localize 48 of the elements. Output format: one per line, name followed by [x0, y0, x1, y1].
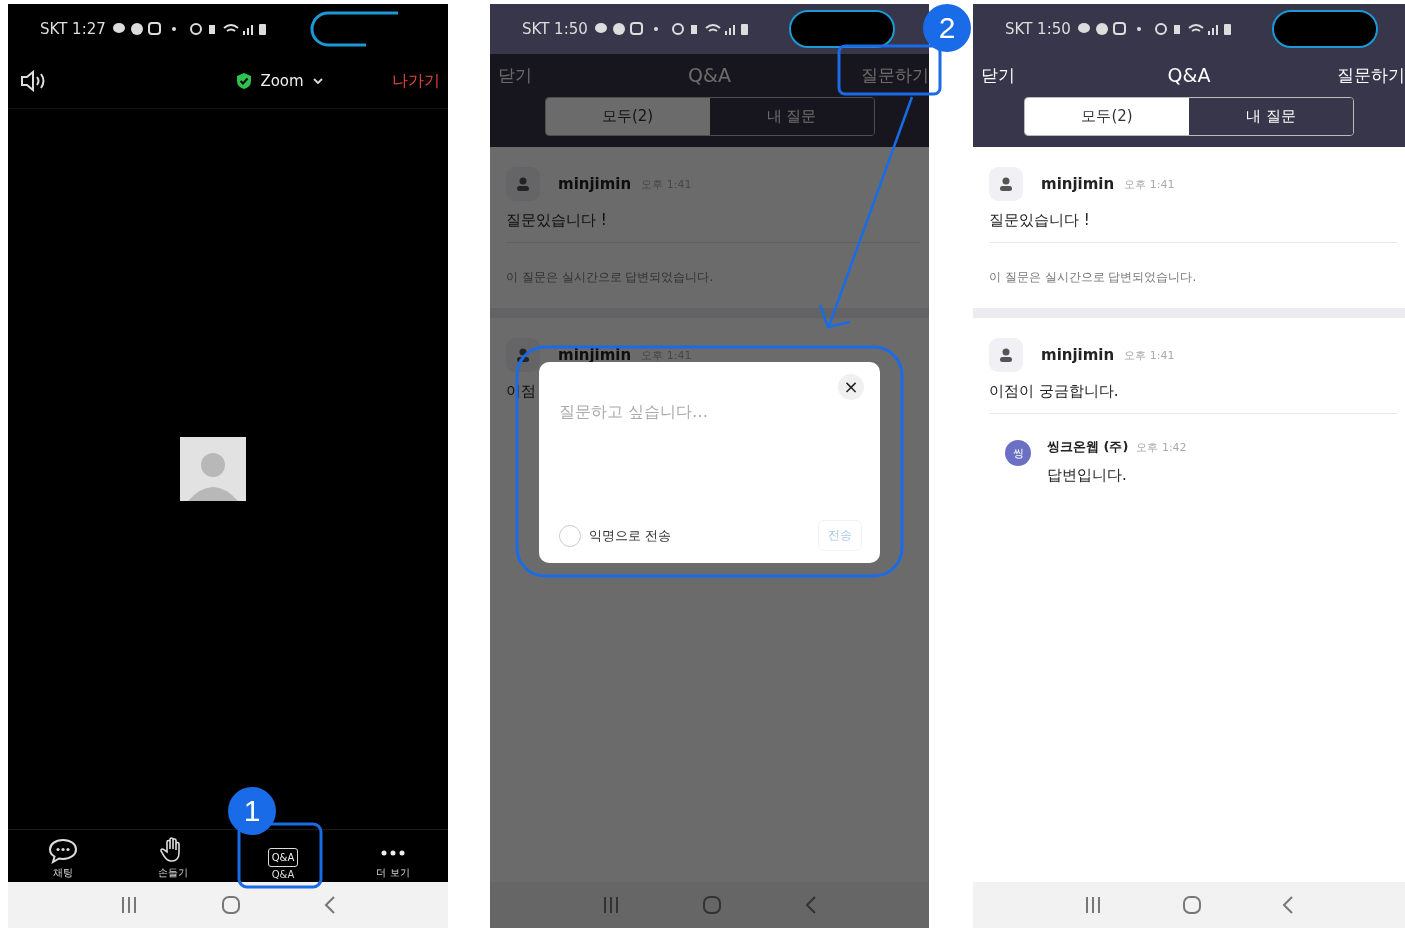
carrier-time: SKT 1:50: [522, 20, 588, 38]
home-icon[interactable]: [1182, 895, 1202, 915]
author-name: minjimin: [558, 346, 632, 364]
back-icon[interactable]: [1281, 895, 1296, 915]
post-time: 오후 1:41: [1124, 176, 1175, 192]
screen-title: Q&A: [1167, 64, 1211, 86]
author-name: minjimin: [1041, 175, 1115, 193]
close-link[interactable]: 닫기: [981, 63, 1015, 87]
qa-sign-icon: Q&A: [267, 848, 299, 867]
step-badge: 2: [923, 4, 971, 52]
question-text: 이점이 궁금합니다.: [989, 382, 1119, 401]
question-text: 질문있습니다 !: [989, 211, 1090, 230]
toolbar-button[interactable]: Q&A Q&A: [243, 848, 323, 882]
avatar-placeholder: [180, 437, 246, 501]
back-icon[interactable]: [323, 895, 337, 915]
more-icon: [381, 850, 405, 856]
answered-note: 이 질문은 실시간으로 답변되었습니다.: [989, 269, 1198, 286]
shield-check-icon: [236, 72, 253, 90]
post-time: 오후 1:41: [1124, 347, 1175, 363]
user-avatar-icon: [506, 167, 540, 201]
ask-question-link[interactable]: 질문하기: [1337, 63, 1405, 87]
user-avatar-icon: [506, 338, 540, 372]
chat-bubble-icon: [48, 838, 78, 864]
answer-text: 답변입니다.: [1047, 466, 1128, 485]
back-icon[interactable]: [804, 895, 819, 915]
carrier-time: SKT 1:50: [1005, 20, 1071, 38]
close-button[interactable]: ×: [838, 374, 864, 400]
user-avatar-icon: [989, 167, 1023, 201]
user-avatar-icon: [989, 338, 1023, 372]
post-time: 오후 1:42: [1136, 439, 1187, 455]
meeting-title[interactable]: Zoom: [260, 72, 304, 90]
toolbar-button[interactable]: 손들기: [133, 836, 213, 882]
anonymous-label: 익명으로 전송: [589, 526, 672, 545]
author-name: minjimin: [1041, 346, 1115, 364]
question-text: 질문있습니다 !: [506, 211, 607, 230]
toolbar-button[interactable]: 채팅: [23, 838, 103, 882]
home-icon[interactable]: [702, 895, 723, 915]
home-icon[interactable]: [221, 895, 241, 915]
leave-button[interactable]: 나가기: [392, 70, 440, 92]
screen-title: Q&A: [688, 64, 731, 86]
carrier-time: SKT 1:27: [40, 20, 106, 38]
toolbar-button[interactable]: 더 보기: [353, 840, 433, 882]
recent-apps-icon[interactable]: [119, 896, 139, 914]
author-name: 씽크온웹 (주): [1047, 438, 1129, 456]
reply-avatar: 씽: [1005, 440, 1031, 466]
author-name: minjimin: [558, 175, 632, 193]
chevron-down-icon[interactable]: [311, 77, 324, 85]
filter-tab[interactable]: 모두(2): [1025, 98, 1189, 135]
